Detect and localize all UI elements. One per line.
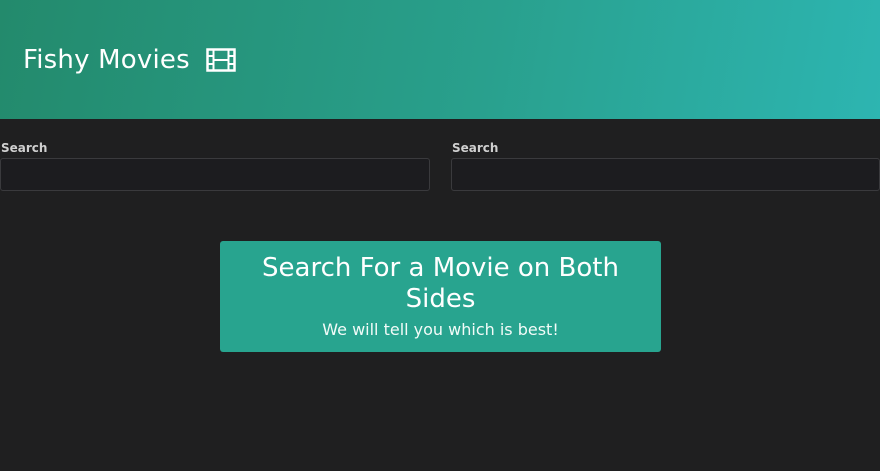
callout-subtext: We will tell you which is best!	[322, 320, 559, 339]
search-right-label: Search	[452, 141, 499, 155]
search-left: Search	[0, 141, 430, 191]
app-title: Fishy Movies	[23, 44, 190, 75]
callout-heading: Search For a Movie on Both Sides	[262, 253, 619, 314]
search-left-label: Search	[1, 141, 48, 155]
search-left-input[interactable]	[0, 158, 430, 191]
search-right: Search	[451, 141, 880, 191]
search-prompt-callout: Search For a Movie on Both Sides We will…	[220, 241, 661, 352]
app-header: Fishy Movies	[0, 0, 880, 119]
search-right-input[interactable]	[451, 158, 880, 191]
film-icon	[206, 47, 236, 72]
